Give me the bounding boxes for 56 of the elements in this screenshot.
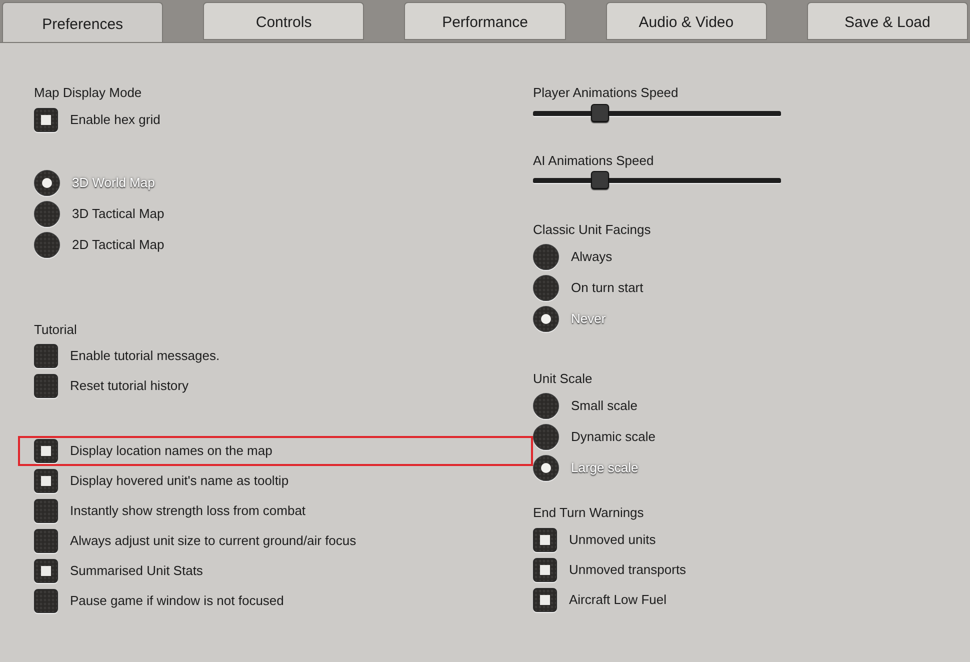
checkbox-label: Unmoved transports	[569, 560, 686, 579]
section-title: AI Animations Speed	[533, 152, 655, 170]
radio-button[interactable]	[34, 201, 60, 227]
radio-button[interactable]	[533, 244, 559, 270]
radio-button[interactable]	[533, 392, 559, 418]
radio-button[interactable]	[34, 170, 60, 196]
radio-label: 3D World Map	[72, 174, 155, 192]
radio-label: 3D Tactical Map	[72, 205, 164, 224]
slider-thumb[interactable]	[590, 104, 609, 122]
radio-button[interactable]	[533, 275, 559, 301]
radio-label: Always	[571, 248, 612, 266]
section-title: Classic Unit Facings	[533, 221, 652, 239]
tab[interactable]: Preferences	[2, 2, 164, 43]
checkbox-label: Aircraft Low Fuel	[569, 590, 667, 609]
section-title: End Turn Warnings	[533, 504, 645, 522]
checkbox-label: Pause game if window is not focused	[70, 592, 284, 610]
checkbox[interactable]	[34, 374, 58, 398]
section-title: Map Display Mode	[34, 84, 143, 102]
slider-thumb[interactable]	[590, 171, 609, 189]
section-title: Player Animations Speed	[533, 84, 680, 102]
checkbox[interactable]	[533, 588, 557, 612]
checkbox[interactable]	[34, 559, 58, 583]
radio-label: Large scale	[571, 458, 638, 477]
radio-label: Never	[571, 310, 606, 328]
checkbox-label: Always adjust unit size to current ground/air focus	[70, 532, 356, 550]
radio-label: Small scale	[571, 396, 638, 415]
checkbox-label: Instantly show strength loss from combat	[70, 502, 306, 520]
section-title: Tutorial	[34, 320, 78, 338]
tab[interactable]: Controls	[203, 2, 364, 40]
checkbox-label: Reset tutorial history	[70, 377, 188, 396]
checkbox-label: Enable tutorial messages.	[70, 347, 220, 366]
radio-label: Dynamic scale	[571, 428, 656, 446]
tab[interactable]: Save & Load	[806, 2, 968, 40]
checkbox[interactable]	[34, 439, 58, 463]
checkbox[interactable]	[34, 469, 58, 493]
checkbox-label: Display hovered unit's name as tooltip	[70, 472, 289, 490]
checkbox-label: Unmoved units	[569, 530, 656, 549]
radio-button[interactable]	[533, 454, 559, 480]
checkbox[interactable]	[533, 528, 557, 552]
checkbox[interactable]	[34, 529, 58, 553]
tab[interactable]: Performance	[404, 2, 566, 40]
checkbox[interactable]	[34, 344, 58, 368]
checkbox[interactable]	[533, 558, 557, 582]
radio-label: 2D Tactical Map	[72, 236, 164, 254]
radio-button[interactable]	[533, 306, 559, 332]
checkbox[interactable]	[34, 499, 58, 523]
checkbox[interactable]	[34, 589, 58, 613]
radio-button[interactable]	[533, 424, 559, 450]
section-title: Unit Scale	[533, 370, 594, 388]
checkbox[interactable]	[34, 108, 58, 132]
tab[interactable]: Audio & Video	[606, 2, 767, 40]
checkbox-label: Summarised Unit Stats	[70, 562, 203, 580]
checkbox-label: Display location names on the map	[70, 442, 272, 460]
radio-button[interactable]	[34, 232, 60, 258]
checkbox-label: Enable hex grid	[70, 110, 160, 129]
radio-label: On turn start	[571, 279, 644, 298]
